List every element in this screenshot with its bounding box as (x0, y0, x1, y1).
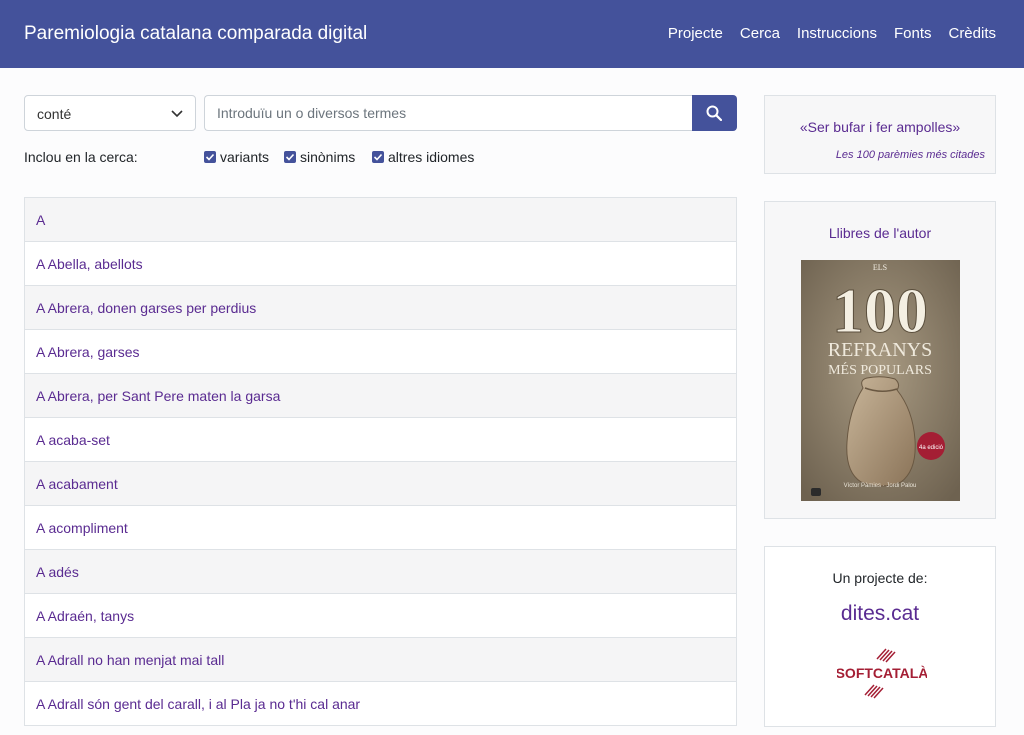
publisher-logo-icon (811, 488, 821, 496)
checkbox-checked-icon (284, 151, 296, 163)
featured-title-link[interactable]: «Ser bufar i fer ampolles» (765, 119, 995, 135)
checkbox-label: altres idiomes (388, 149, 475, 165)
list-item[interactable]: A acaba-set (24, 418, 737, 462)
site-title[interactable]: Paremiologia catalana comparada digital (24, 23, 367, 45)
list-item[interactable]: A adés (24, 550, 737, 594)
top-navbar: Paremiologia catalana comparada digital … (0, 0, 1024, 68)
softcatala-logo[interactable]: SOFTCATALÀ (837, 647, 927, 699)
nav-credits[interactable]: Crèdits (948, 25, 996, 42)
list-item[interactable]: A Abrera, per Sant Pere maten la garsa (24, 374, 737, 418)
book-cover-image[interactable]: ELS 100 REFRANYS MÉS POPULARS 4a edició … (801, 260, 960, 501)
cover-number: 100 (832, 275, 928, 346)
checkbox-label: variants (220, 149, 270, 165)
list-item[interactable]: A Abella, abellots (24, 242, 737, 286)
search-icon (706, 105, 722, 121)
books-title-link[interactable]: Llibres de l'autor (765, 225, 995, 241)
checkbox-altres-idiomes[interactable]: altres idiomes (372, 149, 474, 165)
softcatala-logo-text: SOFTCATALÀ (837, 665, 927, 681)
cover-badge: 4a edició (919, 445, 944, 451)
nav-fonts[interactable]: Fonts (894, 25, 932, 42)
list-item[interactable]: A Adrall són gent del carall, i al Pla j… (24, 682, 737, 726)
list-item[interactable]: A Adraén, tanys (24, 594, 737, 638)
cover-line2: MÉS POPULARS (828, 361, 932, 378)
include-label: Inclou en la cerca: (24, 149, 138, 165)
cover-authors: Víctor Pàmies · Jordi Palou (844, 483, 917, 489)
search-button[interactable] (692, 95, 737, 131)
cover-line1: REFRANYS (828, 339, 932, 361)
list-item[interactable]: A acabament (24, 462, 737, 506)
list-item[interactable]: A (24, 197, 737, 242)
nav-cerca[interactable]: Cerca (740, 25, 780, 42)
dites-link[interactable]: dites.cat (765, 602, 995, 626)
list-item[interactable]: A Adrall no han menjat mai tall (24, 638, 737, 682)
featured-subtitle-link[interactable]: Les 100 parèmies més citades (836, 149, 985, 161)
list-item[interactable]: A Abrera, garses (24, 330, 737, 374)
checkbox-sinonims[interactable]: sinònims (284, 149, 355, 165)
results-list: A A Abella, abellots A Abrera, donen gar… (24, 197, 737, 726)
project-card: Un projecte de: dites.cat SOFTCATALÀ (764, 546, 996, 727)
search-input[interactable] (204, 95, 694, 131)
books-card: Llibres de l'autor ELS 100 REFRANYS MÉS … (764, 201, 996, 519)
featured-card: «Ser bufar i fer ampolles» Les 100 parèm… (764, 95, 996, 174)
chevron-down-icon (171, 110, 183, 118)
list-item[interactable]: A Abrera, donen garses per perdius (24, 286, 737, 330)
search-mode-value: conté (37, 106, 72, 122)
checkbox-variants[interactable]: variants (204, 149, 269, 165)
nav-projecte[interactable]: Projecte (668, 25, 723, 42)
nav-instruccions[interactable]: Instruccions (797, 25, 877, 42)
main-nav: Projecte Cerca Instruccions Fonts Crèdit… (668, 25, 996, 42)
checkbox-checked-icon (204, 151, 216, 163)
project-title: Un projecte de: (832, 570, 928, 586)
checkbox-checked-icon (372, 151, 384, 163)
list-item[interactable]: A acompliment (24, 506, 737, 550)
cover-top-text: ELS (873, 263, 887, 272)
checkbox-label: sinònims (300, 149, 356, 165)
search-mode-select[interactable]: conté (24, 95, 196, 131)
